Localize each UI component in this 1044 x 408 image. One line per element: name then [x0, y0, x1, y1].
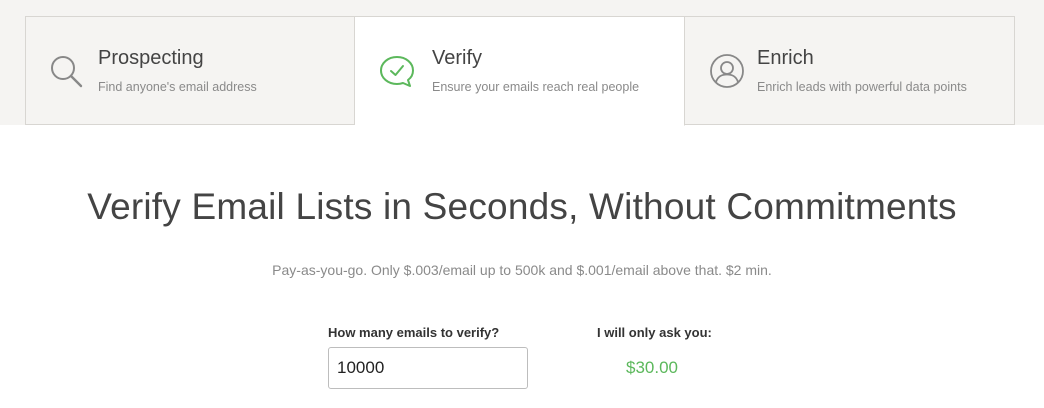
email-count-label: How many emails to verify? [328, 325, 500, 340]
page-title: Verify Email Lists in Seconds, Without C… [87, 186, 957, 227]
tab-verify[interactable]: Verify Ensure your emails reach real peo… [355, 16, 685, 126]
price-value: $30.00 [626, 358, 678, 377]
tab-enrich-title: Enrich [757, 47, 814, 69]
pricing-note: Pay-as-you-go. Only $.003/email up to 50… [272, 262, 772, 278]
price-label: I will only ask you: [597, 325, 712, 340]
tab-verify-title: Verify [432, 47, 483, 69]
user-circle-icon [709, 53, 745, 89]
email-count-input[interactable] [328, 347, 528, 389]
search-icon [48, 53, 84, 89]
product-tabs: Prospecting Find anyone's email address … [25, 16, 1015, 126]
chat-check-icon [379, 53, 415, 89]
tab-verify-description: Ensure your emails reach real people [432, 80, 640, 94]
tab-enrich[interactable]: Enrich Enrich leads with powerful data p… [685, 16, 1015, 125]
tab-prospecting-description: Find anyone's email address [98, 80, 257, 94]
tab-prospecting-title: Prospecting [98, 47, 204, 69]
tab-enrich-description: Enrich leads with powerful data points [757, 80, 967, 94]
tab-prospecting[interactable]: Prospecting Find anyone's email address [25, 16, 355, 125]
